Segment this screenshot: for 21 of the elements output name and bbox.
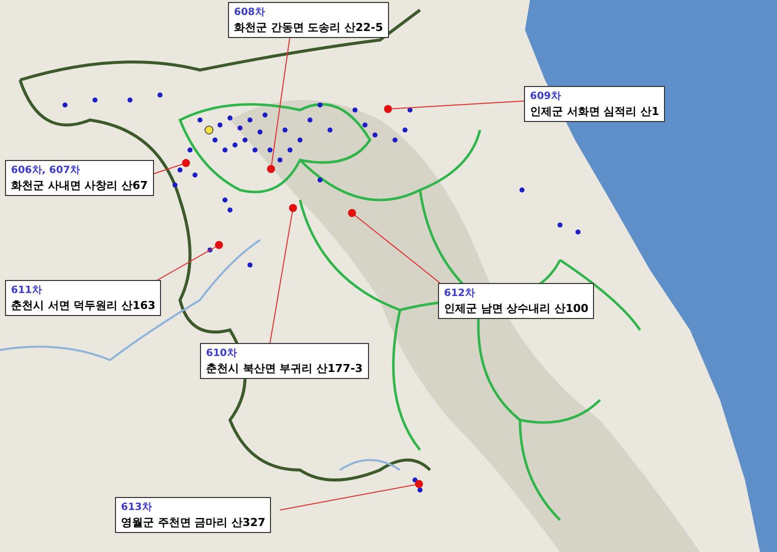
address-text: 인제군 남면 상수내리 산100 bbox=[444, 301, 588, 316]
address-text: 화천군 사내면 사창리 산67 bbox=[11, 178, 148, 193]
site-marker bbox=[415, 480, 423, 488]
site-marker bbox=[384, 105, 392, 113]
address-text: 인제군 서화면 심적리 산1 bbox=[530, 104, 660, 119]
survey-code: 613차 bbox=[121, 501, 153, 515]
site-marker bbox=[267, 165, 275, 173]
address-text: 영월군 주천면 금마리 산327 bbox=[121, 515, 266, 530]
survey-code: 610차 bbox=[206, 347, 238, 361]
survey-code: 608차 bbox=[234, 6, 266, 20]
address-text: 춘천시 서면 덕두원리 산163 bbox=[11, 298, 156, 313]
address-text: 춘천시 북산면 부귀리 산177-3 bbox=[206, 361, 363, 376]
site-marker bbox=[215, 241, 223, 249]
site-marker bbox=[182, 159, 190, 167]
site-marker bbox=[289, 204, 297, 212]
survey-code: 612차 bbox=[444, 287, 476, 301]
address-text: 화천군 간동면 도송리 산22-5 bbox=[234, 20, 384, 35]
survey-code: 611차 bbox=[11, 284, 43, 298]
site-marker bbox=[348, 209, 356, 217]
survey-code: 609차 bbox=[530, 90, 562, 104]
survey-code: 606차, 607차 bbox=[11, 164, 82, 178]
